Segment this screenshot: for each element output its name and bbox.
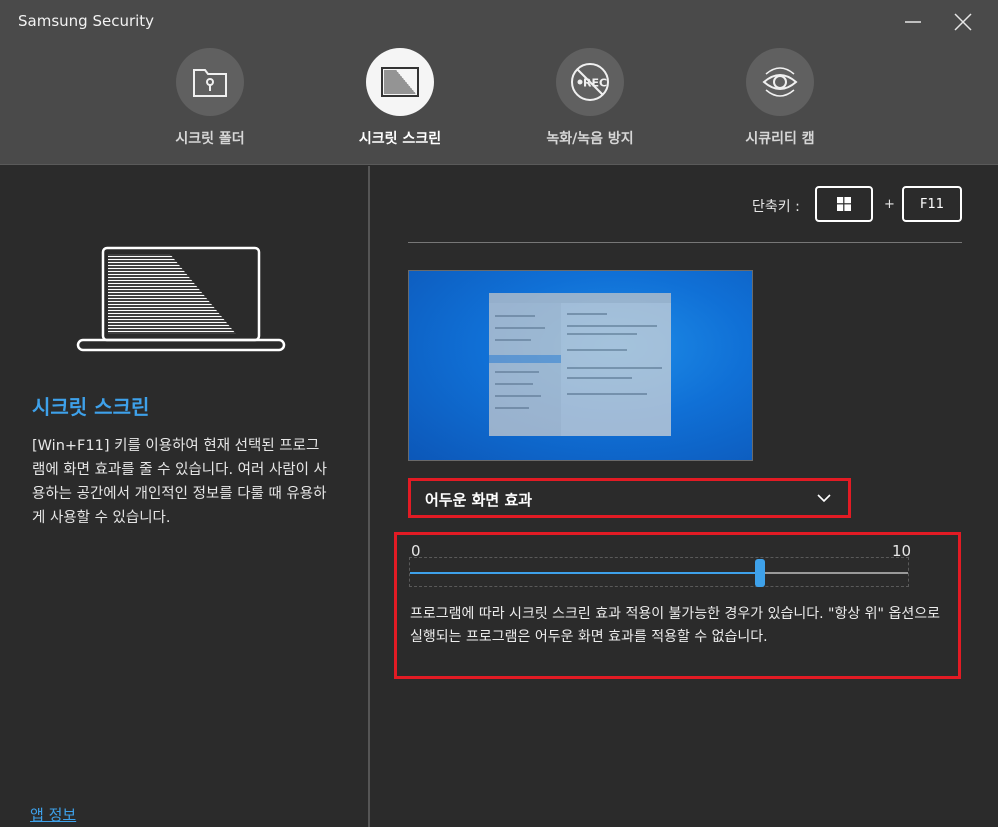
tab-security-cam[interactable]: 시큐리티 캠 — [710, 48, 850, 158]
app-info-link[interactable]: 앱 정보 — [30, 804, 76, 825]
preview-window — [489, 293, 671, 436]
tab-secret-screen[interactable]: 시크릿 스크린 — [330, 48, 470, 158]
intensity-settings-box: 0 10 프로그램에 따라 시크릿 스크린 효과 적용이 불가능한 경우가 있습… — [394, 532, 961, 679]
tab-label: 시크릿 폴더 — [175, 131, 245, 147]
laptop-illustration — [76, 246, 286, 352]
close-button[interactable] — [948, 8, 978, 36]
tab-rec-block[interactable]: REC 녹화/녹음 방지 — [520, 48, 660, 158]
shortcut-key-f11: F11 — [902, 186, 962, 222]
minimize-icon — [905, 21, 921, 23]
info-panel: 시크릿 스크린 [Win+F11] 키를 이용하여 현재 선택된 프로그램에 화… — [0, 166, 370, 827]
effect-select-value: 어두운 화면 효과 — [425, 491, 533, 509]
slider-thumb[interactable] — [755, 559, 765, 587]
close-icon — [954, 13, 972, 31]
effect-select[interactable]: 어두운 화면 효과 — [408, 478, 851, 518]
header-bar: Samsung Security 시크릿 폴더 시크릿 스크린 REC 녹화/녹… — [0, 0, 998, 165]
chevron-down-icon — [817, 494, 831, 503]
app-title: Samsung Security — [18, 12, 155, 30]
security-cam-icon — [762, 67, 798, 97]
secret-screen-icon — [381, 67, 419, 97]
feature-description: [Win+F11] 키를 이용하여 현재 선택된 프로그램에 화면 효과를 줄 … — [32, 438, 327, 526]
minimize-button[interactable] — [898, 8, 928, 36]
feature-title: 시크릿 스크린 — [32, 395, 150, 419]
effect-preview-image — [408, 270, 753, 461]
compatibility-note: 프로그램에 따라 시크릿 스크린 효과 적용이 불가능한 경우가 있습니다. "… — [410, 606, 940, 645]
no-rec-icon: REC — [571, 63, 609, 101]
tab-label: 시크릿 스크린 — [358, 131, 442, 147]
settings-panel: 단축키 : + F11 어두운 화면 효과 0 10 프로그램에 따라 시크릿 … — [372, 166, 998, 827]
windows-logo-icon — [837, 197, 851, 211]
secret-folder-icon — [193, 69, 227, 97]
tab-label: 시큐리티 캠 — [745, 131, 815, 147]
intensity-slider[interactable] — [409, 557, 909, 587]
shortcut-label: 단축키 : — [752, 199, 800, 215]
plus-sign: + — [884, 197, 895, 212]
slider-fill — [410, 572, 760, 574]
tab-label: 녹화/녹음 방지 — [546, 131, 634, 147]
divider — [408, 242, 962, 243]
shortcut-key-windows — [815, 186, 873, 222]
tab-secret-folder[interactable]: 시크릿 폴더 — [140, 48, 280, 158]
